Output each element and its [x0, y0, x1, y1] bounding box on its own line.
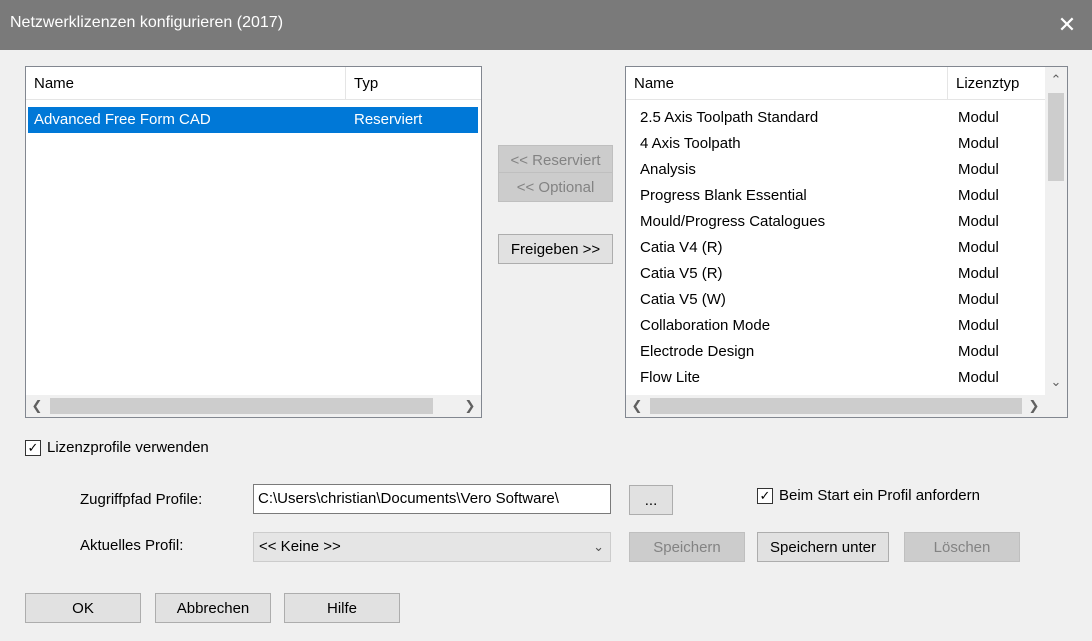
list-row[interactable]: Analysis Modul	[628, 157, 1038, 183]
column-header-name[interactable]: Name	[626, 67, 948, 100]
row-name: Mould/Progress Catalogues	[640, 213, 826, 230]
list-row[interactable]: Collaboration Mode Modul	[628, 313, 1038, 339]
profile-path-label: Zugriffpfad Profile:	[80, 491, 203, 508]
scrollbar-thumb[interactable]	[1048, 93, 1064, 181]
list-body: 2.5 Axis Toolpath Standard Modul 4 Axis To…	[626, 101, 1045, 394]
list-row[interactable]: 2.5 Axis Toolpath Standard Modul	[628, 105, 1038, 131]
column-header-name[interactable]: Name	[26, 67, 346, 100]
request-profile-on-start-checkbox[interactable]: ✓ Beim Start ein Profil anfordern	[757, 487, 980, 504]
license-config-dialog: Netzwerklizenzen konfigurieren (2017) ✕ …	[0, 0, 1092, 641]
reserved-licenses-list[interactable]: Name Typ Advanced Free Form CAD Reservie…	[25, 66, 482, 418]
checkbox-label: Lizenzprofile verwenden	[47, 439, 209, 456]
list-header: Name Typ	[26, 67, 481, 100]
chevron-down-icon: ⌄	[593, 539, 604, 554]
row-name: Flow Lite	[640, 369, 701, 386]
list-row[interactable]: Progress Blank Essential Modul	[628, 183, 1038, 209]
list-row[interactable]: Electrode Design Modul	[628, 339, 1038, 365]
column-header-type[interactable]: Typ	[346, 67, 481, 100]
list-row[interactable]: Flow Lite Modul	[628, 365, 1038, 391]
close-button[interactable]: ✕	[1042, 0, 1092, 50]
list-row[interactable]: 4 Axis Toolpath Modul	[628, 131, 1038, 157]
browse-button[interactable]: ...	[629, 485, 673, 515]
list-row[interactable]: Catia V5 (R) Modul	[628, 261, 1038, 287]
row-type: Modul	[958, 161, 999, 178]
release-button[interactable]: Freigeben >>	[498, 234, 613, 264]
scroll-right-icon[interactable]: ❯	[1023, 395, 1045, 417]
column-header-license-type[interactable]: Lizenztyp	[948, 67, 1048, 100]
row-type: Reserviert	[354, 111, 423, 128]
scroll-left-icon[interactable]: ❮	[626, 395, 648, 417]
help-button[interactable]: Hilfe	[284, 593, 400, 623]
select-value: << Keine >>	[259, 538, 341, 555]
checkbox-check-icon: ✓	[757, 487, 773, 504]
horizontal-scrollbar[interactable]: ❮ ❯	[626, 395, 1067, 417]
row-name: Advanced Free Form CAD	[34, 111, 211, 128]
row-name: Catia V5 (R)	[640, 265, 723, 282]
horizontal-scrollbar[interactable]: ❮ ❯	[26, 395, 481, 417]
row-name: Progress Blank Essential	[640, 187, 807, 204]
list-row[interactable]: Advanced Free Form CAD Reserviert	[28, 107, 478, 133]
row-type: Modul	[958, 109, 999, 126]
ok-button[interactable]: OK	[25, 593, 141, 623]
available-licenses-list[interactable]: Name Lizenztyp 2.5 Axis Toolpath Standar…	[625, 66, 1068, 418]
scrollbar-thumb[interactable]	[50, 398, 433, 414]
row-type: Modul	[958, 213, 999, 230]
list-header: Name Lizenztyp	[626, 67, 1045, 100]
reserve-button[interactable]: << Reserviert	[498, 145, 613, 175]
vertical-scrollbar[interactable]: ⌃ ⌄	[1045, 67, 1067, 395]
profile-path-input[interactable]: C:\Users\christian\Documents\Vero Softwa…	[253, 484, 611, 514]
row-name: Catia V4 (R)	[640, 239, 723, 256]
scrollbar-thumb[interactable]	[650, 398, 1022, 414]
row-type: Modul	[958, 343, 999, 360]
scroll-right-icon[interactable]: ❯	[459, 395, 481, 417]
row-type: Modul	[958, 265, 999, 282]
row-type: Modul	[958, 291, 999, 308]
current-profile-select[interactable]: << Keine >> ⌄	[253, 532, 611, 562]
list-row[interactable]: Catia V5 (W) Modul	[628, 287, 1038, 313]
scroll-left-icon[interactable]: ❮	[26, 395, 48, 417]
close-icon: ✕	[1057, 12, 1077, 37]
row-type: Modul	[958, 135, 999, 152]
save-as-button[interactable]: Speichern unter	[757, 532, 889, 562]
row-type: Modul	[958, 239, 999, 256]
save-button[interactable]: Speichern	[629, 532, 745, 562]
optional-button[interactable]: << Optional	[498, 172, 613, 202]
row-type: Modul	[958, 187, 999, 204]
list-row[interactable]: Catia V4 (R) Modul	[628, 235, 1038, 261]
cancel-button[interactable]: Abbrechen	[155, 593, 271, 623]
list-row[interactable]: Mould/Progress Catalogues Modul	[628, 209, 1038, 235]
checkbox-check-icon: ✓	[25, 439, 41, 456]
row-name: 4 Axis Toolpath	[640, 135, 741, 152]
row-type: Modul	[958, 369, 999, 386]
delete-button[interactable]: Löschen	[904, 532, 1020, 562]
title-bar: Netzwerklizenzen konfigurieren (2017) ✕	[0, 0, 1092, 50]
row-name: Analysis	[640, 161, 696, 178]
row-name: Collaboration Mode	[640, 317, 771, 334]
scroll-down-icon[interactable]: ⌄	[1045, 371, 1067, 393]
row-name: Catia V5 (W)	[640, 291, 726, 308]
use-license-profiles-checkbox[interactable]: ✓ Lizenzprofile verwenden	[25, 439, 209, 456]
window-title: Netzwerklizenzen konfigurieren (2017)	[10, 14, 284, 31]
scroll-up-icon[interactable]: ⌃	[1045, 69, 1067, 91]
row-type: Modul	[958, 317, 999, 334]
row-name: 2.5 Axis Toolpath Standard	[640, 109, 819, 126]
current-profile-label: Aktuelles Profil:	[80, 537, 184, 554]
checkbox-label: Beim Start ein Profil anfordern	[779, 487, 980, 504]
row-name: Electrode Design	[640, 343, 755, 360]
